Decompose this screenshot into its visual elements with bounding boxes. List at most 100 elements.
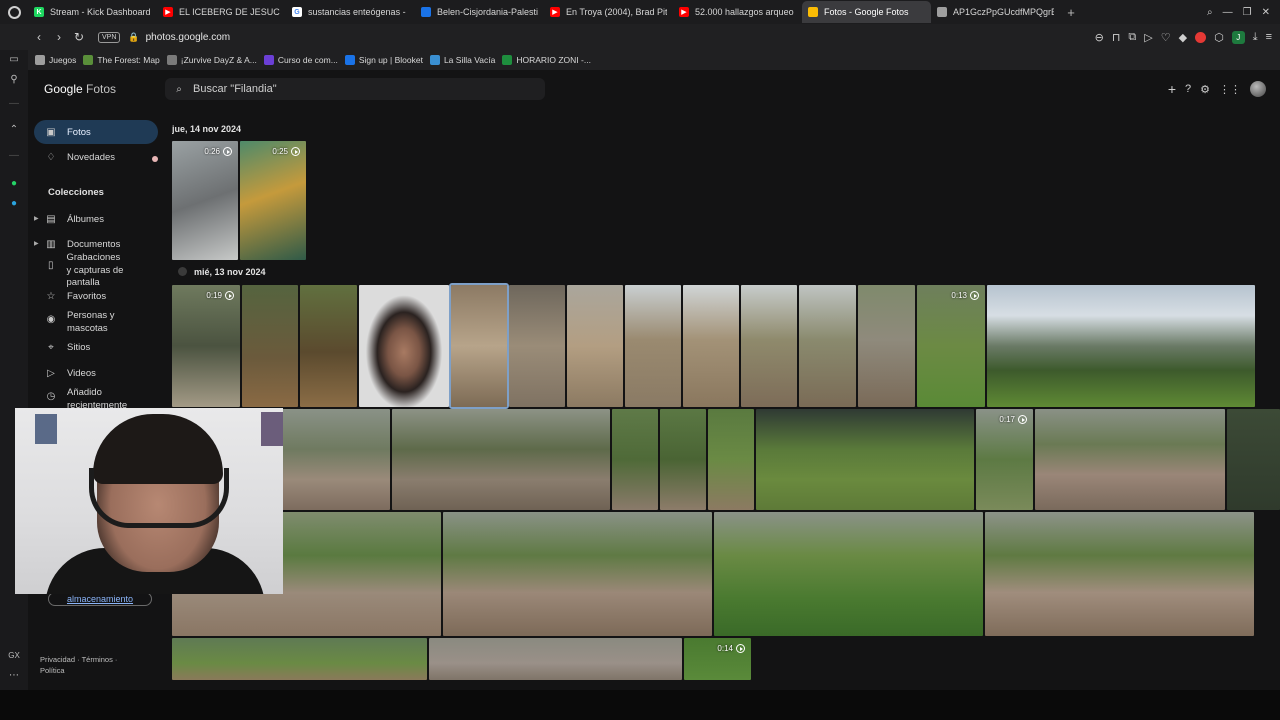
tab[interactable]: Gsustancias enteógenas -: [286, 1, 415, 23]
aria-icon[interactable]: ⚲: [7, 72, 21, 86]
sidebar-item-grabaciones[interactable]: ▯ Grabaciones y capturas de pantalla: [34, 252, 124, 290]
photo-thumbnail[interactable]: [741, 285, 797, 407]
sidebar-item-sitios[interactable]: ⌖ Sitios: [34, 342, 158, 353]
search-bar[interactable]: ⌕ Buscar "Filandia": [165, 78, 545, 100]
photo-thumbnail[interactable]: [683, 285, 739, 407]
avatar[interactable]: [1250, 81, 1266, 97]
minimize-icon[interactable]: —: [1223, 7, 1233, 18]
policy-link[interactable]: Política: [40, 666, 65, 675]
google-photos-logo[interactable]: Google Fotos: [44, 82, 116, 96]
sidebar-item-favoritos[interactable]: ☆ Favoritos: [34, 291, 158, 302]
telegram-icon[interactable]: ●: [7, 196, 21, 210]
photo-thumbnail[interactable]: [708, 409, 754, 510]
bookmark-item[interactable]: Sign up | Blooket: [344, 55, 423, 65]
whatsapp-icon[interactable]: ●: [7, 176, 21, 190]
sidebar-item-personas[interactable]: ◉ Personas y mascotas: [34, 310, 158, 335]
apps-grid-icon[interactable]: ⋮⋮: [1219, 83, 1241, 96]
bookmark-item[interactable]: The Forest: Map: [83, 55, 160, 65]
screenshot-icon[interactable]: ⧉: [1128, 31, 1136, 44]
photo-thumbnail[interactable]: [449, 283, 509, 409]
tab[interactable]: ▶ En Troya (2004), Brad Pit: [544, 1, 673, 23]
photo-thumbnail[interactable]: [756, 409, 974, 510]
extension-b-icon[interactable]: [1195, 31, 1207, 43]
photo-thumbnail[interactable]: [429, 638, 682, 680]
restore-icon[interactable]: ❐: [1243, 7, 1252, 18]
tab-active[interactable]: Fotos - Google Fotos: [802, 1, 931, 23]
bookmark-item[interactable]: HORARIO ZONI -...: [502, 55, 591, 65]
search-icon[interactable]: ⌕: [165, 84, 193, 95]
storage-link[interactable]: almacenamiento: [48, 592, 152, 606]
photo-thumbnail[interactable]: [985, 512, 1254, 636]
video-thumbnail[interactable]: 0:17: [976, 409, 1033, 510]
zoom-icon[interactable]: ⊖: [1095, 31, 1104, 44]
photo-thumbnail[interactable]: [300, 285, 357, 407]
photo-thumbnail[interactable]: [567, 285, 623, 407]
video-thumbnail[interactable]: 0:26: [172, 141, 238, 260]
photo-thumbnail[interactable]: [714, 512, 983, 636]
gx-icon[interactable]: GX: [7, 648, 21, 662]
bookmark-item[interactable]: ¡Zurvive DayZ & A...: [166, 55, 257, 65]
search-input[interactable]: Buscar "Filandia": [193, 83, 277, 95]
search-tabs-icon[interactable]: ⌕: [1207, 7, 1213, 18]
video-thumbnail[interactable]: 0:13: [917, 285, 985, 407]
sidebar-item-albumes[interactable]: ▶ ▤ Álbumes: [34, 214, 158, 225]
reload-icon[interactable]: ↻: [70, 30, 88, 44]
photo-thumbnail[interactable]: [858, 285, 915, 407]
photo-thumbnail[interactable]: [172, 638, 427, 680]
tab[interactable]: Belen-Cisjordania-Palesti: [415, 1, 544, 23]
url-field[interactable]: photos.google.com: [146, 32, 231, 43]
bookmark-icon[interactable]: ⊓: [1112, 31, 1121, 44]
video-thumbnail[interactable]: 0:19: [172, 285, 240, 407]
sidebar-item-documentos[interactable]: ▶ ▥ Documentos: [34, 239, 158, 250]
photo-thumbnail[interactable]: [282, 409, 390, 510]
add-icon[interactable]: +: [1168, 81, 1176, 97]
back-icon[interactable]: ‹: [30, 30, 48, 44]
close-icon[interactable]: ✕: [1262, 7, 1270, 18]
photo-thumbnail[interactable]: [443, 512, 712, 636]
bookmark-item[interactable]: Curso de com...: [263, 55, 338, 65]
tab[interactable]: AP1GczPpGUcdfMPQgrEF: [931, 1, 1060, 23]
browser-logo-icon[interactable]: [0, 0, 28, 24]
vpn-badge[interactable]: VPN: [98, 31, 121, 43]
photo-thumbnail[interactable]: [1035, 409, 1225, 510]
heart-icon[interactable]: ♡: [1161, 31, 1171, 44]
messenger-icon[interactable]: ▭: [7, 52, 21, 66]
help-icon[interactable]: ?: [1185, 83, 1191, 95]
bookmark-item[interactable]: La Silla Vacía: [429, 55, 495, 65]
video-thumbnail[interactable]: 0:14: [684, 638, 751, 680]
photo-thumbnail[interactable]: [242, 285, 298, 407]
sidebar-item-fotos[interactable]: ▣ Fotos: [34, 120, 158, 144]
sidebar-item-novedades[interactable]: ♢ Novedades: [34, 152, 158, 163]
select-group-checkbox[interactable]: [178, 267, 187, 276]
player-icon[interactable]: ▷: [1144, 31, 1152, 44]
expand-icon[interactable]: ▶: [34, 215, 39, 222]
photo-thumbnail[interactable]: [799, 285, 856, 407]
download-icon[interactable]: ⤓: [1253, 31, 1258, 44]
forward-icon[interactable]: ›: [50, 30, 68, 44]
photo-thumbnail[interactable]: [612, 409, 658, 510]
photo-thumbnail[interactable]: [392, 409, 610, 510]
privacy-link[interactable]: Privacidad: [40, 655, 75, 664]
settings-icon[interactable]: ⚙: [1200, 83, 1210, 96]
profile-icon[interactable]: J: [1231, 30, 1245, 44]
extension-a-icon[interactable]: ◆: [1179, 31, 1187, 44]
tab[interactable]: K Stream - Kick Dashboard: [28, 1, 157, 23]
games-icon[interactable]: ⌃: [7, 122, 21, 136]
terms-link[interactable]: Términos: [82, 655, 113, 664]
expand-icon[interactable]: ▶: [34, 240, 39, 247]
photo-thumbnail[interactable]: [359, 285, 449, 407]
photo-thumbnail[interactable]: [987, 285, 1255, 407]
tab[interactable]: ▶ EL ICEBERG DE JESUCRI: [157, 1, 286, 23]
extensions-icon[interactable]: ⬡: [1214, 31, 1224, 44]
tab[interactable]: ▶ 52.000 hallazgos arqueo: [673, 1, 802, 23]
lock-icon[interactable]: 🔒: [128, 32, 139, 43]
bookmark-item[interactable]: Juegos: [35, 55, 76, 65]
new-tab-button[interactable]: +: [1060, 5, 1082, 20]
sidebar-item-videos[interactable]: ▷ Videos: [34, 368, 158, 379]
video-thumbnail[interactable]: 0:25: [240, 141, 306, 260]
photo-thumbnail[interactable]: [660, 409, 706, 510]
photo-thumbnail[interactable]: [1227, 409, 1280, 510]
photo-thumbnail[interactable]: [509, 285, 565, 407]
more-icon[interactable]: ⋯: [7, 668, 21, 682]
photo-thumbnail[interactable]: [625, 285, 681, 407]
